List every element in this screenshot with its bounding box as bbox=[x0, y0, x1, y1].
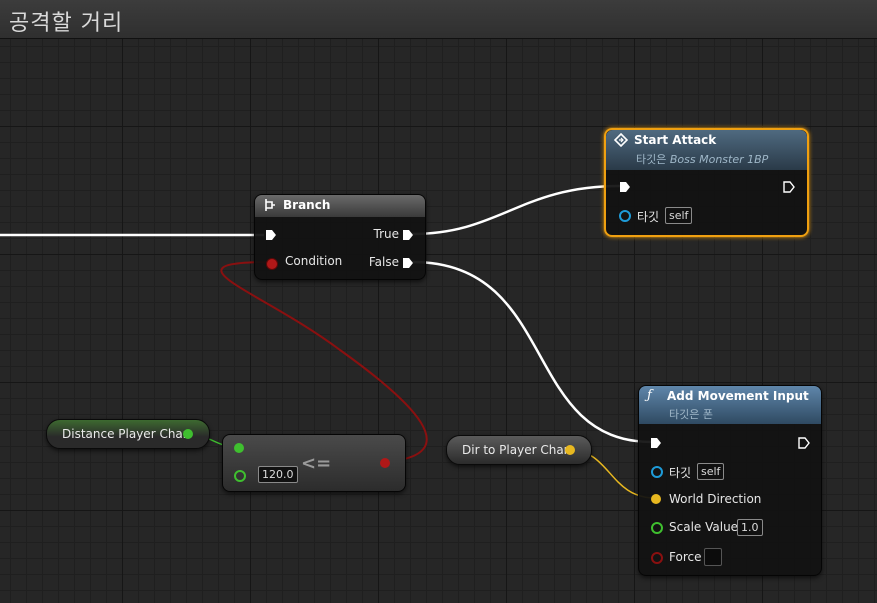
scale-value-label: Scale Value bbox=[669, 520, 739, 534]
function-icon: ƒ bbox=[647, 388, 652, 403]
compare-operator: <= bbox=[301, 453, 332, 474]
dir-output-pin[interactable] bbox=[565, 445, 575, 455]
start-attack-subtitle-target: Boss Monster 1BP bbox=[669, 153, 769, 166]
compare-output-pin[interactable] bbox=[380, 458, 390, 468]
start-attack-target-pin[interactable] bbox=[619, 210, 631, 222]
branch-false-pin[interactable] bbox=[402, 257, 414, 269]
start-attack-node[interactable]: Start Attack 타깃은 Boss Monster 1BP 타깃 sel… bbox=[604, 128, 809, 237]
branch-true-pin[interactable] bbox=[402, 229, 414, 241]
add-movement-title: Add Movement Input bbox=[667, 389, 809, 403]
compare-input-b-pin[interactable] bbox=[234, 470, 246, 482]
distance-player-char-node[interactable]: Distance Player Char bbox=[46, 419, 210, 449]
add-movement-input-node[interactable]: ƒ Add Movement Input 타깃은 폰 타깃 self World… bbox=[638, 385, 822, 576]
branch-condition-pin[interactable] bbox=[266, 258, 278, 270]
start-attack-target-label: 타깃 bbox=[637, 210, 660, 224]
distance-player-char-label: Distance Player Char bbox=[62, 427, 188, 441]
start-attack-target-value[interactable]: self bbox=[665, 207, 693, 224]
compare-input-a-pin[interactable] bbox=[234, 443, 244, 453]
dir-to-player-char-label: Dir to Player Char bbox=[462, 443, 569, 457]
start-attack-subtitle: 타깃은 Boss Monster 1BP bbox=[636, 151, 768, 167]
dir-to-player-char-node[interactable]: Dir to Player Char bbox=[446, 435, 592, 465]
world-direction-label: World Direction bbox=[669, 492, 762, 506]
start-attack-subtitle-prefix: 타깃은 bbox=[636, 153, 667, 166]
branch-false-label: False bbox=[368, 255, 399, 269]
force-pin[interactable] bbox=[651, 552, 663, 564]
add-movement-target-value[interactable]: self bbox=[697, 463, 725, 480]
add-movement-header: ƒ Add Movement Input 타깃은 폰 bbox=[639, 386, 821, 424]
add-movement-target-label: 타깃 bbox=[669, 466, 692, 480]
branch-exec-in-pin[interactable] bbox=[265, 229, 277, 241]
start-attack-exec-in-pin[interactable] bbox=[619, 181, 631, 193]
add-movement-exec-in-pin[interactable] bbox=[650, 437, 662, 449]
branch-node[interactable]: Branch True Condition False bbox=[254, 194, 426, 280]
branch-header: Branch bbox=[255, 195, 425, 217]
start-attack-title: Start Attack bbox=[634, 133, 717, 147]
add-movement-subtitle: 타깃은 폰 bbox=[669, 408, 713, 421]
distance-output-pin[interactable] bbox=[183, 429, 193, 439]
scale-value-input[interactable]: 1.0 bbox=[737, 519, 763, 536]
start-attack-header: Start Attack 타깃은 Boss Monster 1BP bbox=[606, 130, 807, 170]
graph-title-bar: 공격할 거리 bbox=[0, 0, 877, 39]
compare-value-input[interactable]: 120.0 bbox=[258, 466, 298, 483]
scale-value-pin[interactable] bbox=[651, 522, 663, 534]
compare-node[interactable]: 120.0 <= bbox=[222, 434, 406, 492]
branch-title: Branch bbox=[283, 198, 331, 212]
force-label: Force bbox=[669, 550, 702, 564]
branch-true-label: True bbox=[373, 227, 400, 241]
force-checkbox[interactable] bbox=[704, 548, 722, 566]
branch-icon bbox=[263, 198, 277, 216]
world-direction-pin[interactable] bbox=[651, 494, 661, 504]
event-diamond-icon bbox=[613, 132, 629, 151]
branch-condition-label: Condition bbox=[285, 254, 343, 268]
add-movement-exec-out-pin[interactable] bbox=[798, 437, 810, 449]
start-attack-exec-out-pin[interactable] bbox=[783, 181, 795, 193]
add-movement-target-pin[interactable] bbox=[651, 466, 663, 478]
graph-title: 공격할 거리 bbox=[9, 11, 124, 36]
